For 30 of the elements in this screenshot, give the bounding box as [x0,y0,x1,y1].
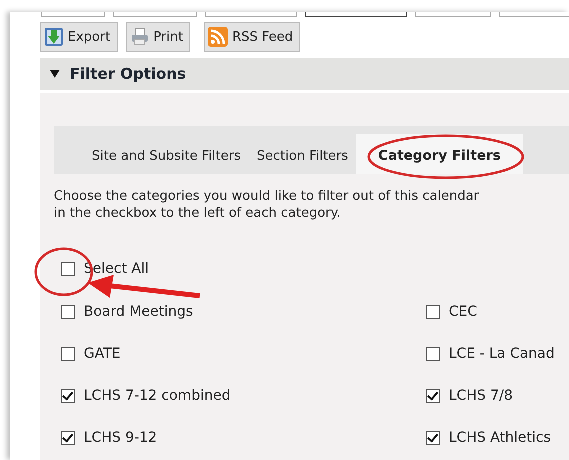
toolbar-button[interactable]: RSS Feed [204,22,300,52]
section-title: Filter Options [70,65,186,83]
filter-options-header[interactable]: Filter Options [40,58,569,90]
checkbox-label: LCE - La Canad [449,346,555,362]
filter-tab[interactable]: Site and Subsite Filters [84,134,250,174]
filter-tab[interactable]: Category Filters [356,134,523,174]
tab-stub[interactable] [305,12,407,17]
checkbox-label: LCHS 7-12 combined [84,388,231,404]
checkbox-label: LCHS 9-12 [84,430,158,446]
checkbox[interactable] [61,262,75,276]
checkbox[interactable] [426,347,440,361]
checkbox-label: LCHS 7/8 [449,388,513,404]
checkbox-label: LCHS Athletics [449,430,552,446]
checkbox[interactable] [61,347,75,361]
filter-tab[interactable]: Section Filters [249,134,356,174]
checkbox-label: CEC [449,304,478,320]
toolbar-button[interactable]: Export [40,22,118,52]
instructions-text: Choose the categories you would like to filter out of this calendar in the checkbox to the left of each category. [54,188,480,222]
checkbox-label: Board Meetings [84,304,194,320]
checkbox[interactable] [426,305,440,319]
checkbox[interactable] [61,305,75,319]
download-arrow-icon [44,27,64,47]
printer-icon [130,27,150,47]
rss-icon [208,27,228,47]
checkbox[interactable] [426,431,440,445]
checkbox[interactable] [426,389,440,403]
checkbox[interactable] [61,389,75,403]
toolbar-button[interactable]: Print [126,22,190,52]
checkbox[interactable] [61,431,75,445]
checkbox-label: GATE [84,346,121,362]
